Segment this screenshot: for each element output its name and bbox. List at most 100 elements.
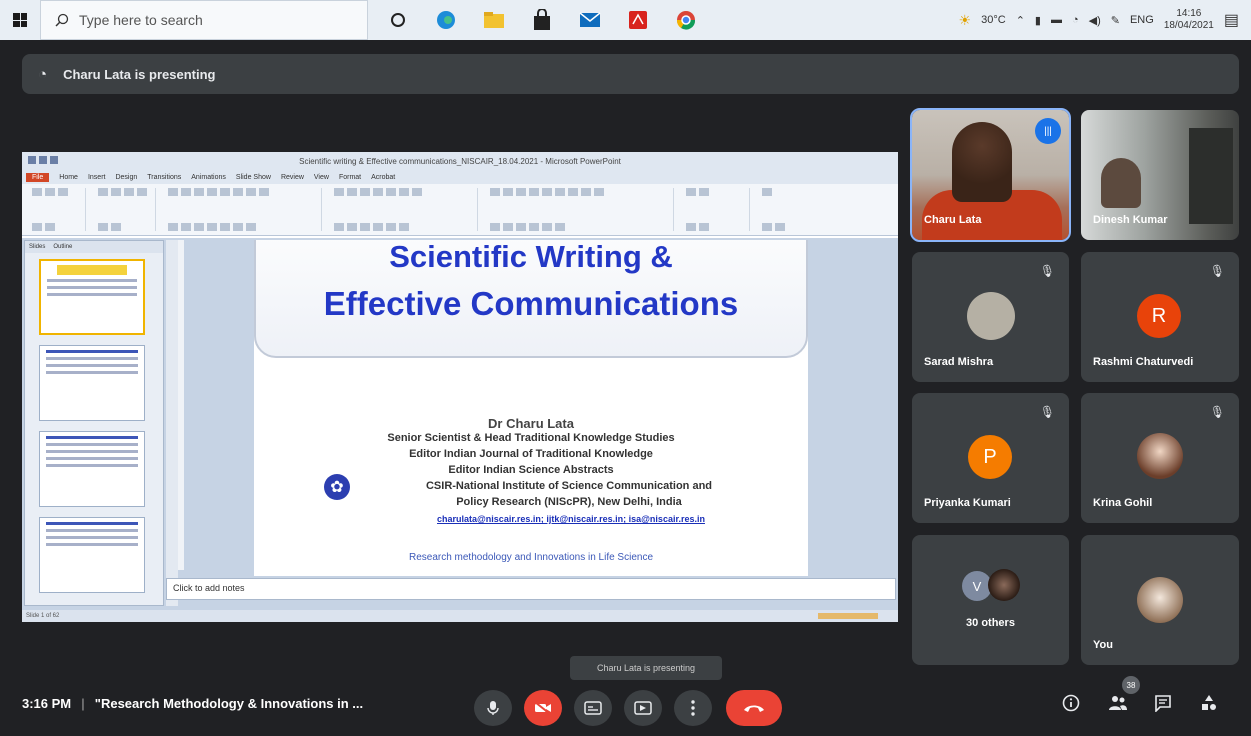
ppt-tab[interactable]: Transitions	[147, 174, 181, 181]
system-clock[interactable]: 14:16 18/04/2021	[1164, 8, 1214, 32]
slide-title-line2: Effective Communications	[323, 285, 739, 322]
slide-thumbnail[interactable]	[39, 431, 145, 507]
ppt-status-bar: Slide 1 of 62	[22, 610, 898, 622]
edge-browser-icon[interactable]	[422, 0, 470, 40]
ppt-ribbon	[22, 184, 898, 236]
separator: |	[81, 696, 85, 711]
acrobat-icon[interactable]	[614, 0, 662, 40]
participant-count-badge: 38	[1122, 676, 1140, 694]
weather-temp[interactable]: 30°C	[981, 14, 1006, 26]
thumbnails-scrollbar[interactable]	[166, 240, 178, 606]
speaker-notes-field[interactable]: Click to add notes	[166, 578, 896, 600]
participant-tile[interactable]: ||| Charu Lata	[910, 108, 1071, 242]
mic-off-icon: 🎙︎	[1039, 405, 1055, 419]
ribbon-group-acrobat[interactable]	[756, 188, 826, 231]
slide-canvas[interactable]: Scientific Writing & Effective Communica…	[254, 240, 808, 576]
slide-title-line1: Scientific Writing &	[389, 240, 673, 274]
mic-toggle-button[interactable]	[474, 690, 512, 726]
meeting-info-icon[interactable]	[1062, 694, 1080, 717]
hang-up-icon	[744, 705, 764, 712]
meeting-details: 3:16 PM | "Research Methodology & Innova…	[22, 696, 363, 711]
meet-bottom-bar: 3:16 PM | "Research Methodology & Innova…	[0, 676, 1251, 736]
leave-call-button[interactable]	[726, 690, 782, 726]
clock-time: 14:16	[1176, 8, 1202, 19]
ppt-tab[interactable]: Format	[339, 174, 361, 181]
avatar	[1137, 433, 1183, 479]
slide-thumbnail[interactable]	[39, 345, 145, 421]
ppt-tab[interactable]: Design	[115, 174, 137, 181]
windows-start-button[interactable]	[0, 0, 40, 40]
chevron-up-icon[interactable]: ⌃	[1016, 14, 1025, 27]
participant-name: Krina Gohil	[1093, 497, 1153, 509]
ppt-file-tab[interactable]: File	[26, 172, 50, 182]
participant-tile[interactable]: 🎙︎ R Rashmi Chaturvedi	[1081, 252, 1239, 382]
speaking-indicator-icon: |||	[1035, 118, 1061, 144]
slide-institute: CSIR-National Institute of Science Commu…	[425, 480, 713, 492]
ribbon-group-paragraph[interactable]	[328, 188, 478, 231]
captions-button[interactable]	[574, 690, 612, 726]
language-indicator[interactable]: ENG	[1130, 14, 1154, 26]
taskbar-search-box[interactable]: Type here to search	[40, 0, 368, 40]
captions-icon	[584, 701, 602, 715]
mail-icon[interactable]	[566, 0, 614, 40]
chat-icon[interactable]	[1154, 694, 1172, 717]
ppt-tab[interactable]: View	[314, 174, 329, 181]
participant-tile[interactable]: 🎙︎ Krina Gohil	[1081, 393, 1239, 523]
quick-access-toolbar[interactable]	[28, 156, 58, 164]
slide-thumbnail[interactable]	[39, 259, 145, 335]
camera-toggle-button[interactable]	[524, 690, 562, 726]
thumbs-tab-slides[interactable]: Slides	[29, 244, 45, 250]
slide-thumbnail[interactable]	[39, 517, 145, 593]
clock-date: 18/04/2021	[1163, 20, 1214, 31]
usb-icon[interactable]: ▮	[1035, 14, 1041, 27]
thumbs-tab-outline[interactable]: Outline	[53, 244, 72, 250]
ppt-tab[interactable]: Home	[59, 174, 78, 181]
chrome-icon[interactable]	[662, 0, 710, 40]
ppt-tab[interactable]: Review	[281, 174, 304, 181]
search-icon	[55, 13, 69, 27]
meeting-title[interactable]: "Research Methodology & Innovations in .…	[95, 696, 363, 711]
notification-icon[interactable]: ▤	[1224, 10, 1239, 30]
participant-video	[1101, 158, 1141, 208]
ribbon-group-clipboard[interactable]	[26, 188, 86, 231]
battery-icon[interactable]: ▬	[1051, 14, 1062, 26]
participant-tile[interactable]: V 30 others	[912, 535, 1069, 665]
ppt-tab[interactable]: Insert	[88, 174, 106, 181]
volume-icon[interactable]: ◀)	[1089, 14, 1101, 27]
store-icon[interactable]	[518, 0, 566, 40]
ppt-workspace: Slides Outline Scientific Writing & Effe…	[22, 238, 898, 610]
participant-tile[interactable]: 🎙︎ P Priyanka Kumari	[912, 393, 1069, 523]
others-count-label: 30 others	[966, 617, 1015, 629]
present-screen-icon: ◔	[38, 65, 48, 83]
zoom-slider[interactable]	[818, 613, 878, 619]
ppt-tab[interactable]: Slide Show	[236, 174, 271, 181]
more-options-button[interactable]	[674, 690, 712, 726]
ribbon-group-drawing[interactable]	[484, 188, 674, 231]
participant-video	[1189, 128, 1233, 224]
ribbon-group-font[interactable]	[162, 188, 322, 231]
presenting-banner-text: Charu Lata is presenting	[63, 66, 216, 82]
present-now-button[interactable]	[624, 690, 662, 726]
ribbon-group-slides[interactable]	[92, 188, 156, 231]
participant-tile[interactable]: Dinesh Kumar	[1081, 110, 1239, 240]
slide-author-role: Senior Scientist & Head Traditional Know…	[387, 432, 675, 444]
ribbon-group-editing[interactable]	[680, 188, 750, 231]
ppt-title-bar: Scientific writing & Effective communica…	[22, 152, 898, 170]
weather-icon[interactable]: ☀	[959, 12, 972, 29]
network-icon[interactable]: ◔	[1072, 14, 1079, 26]
pen-icon[interactable]: ✎	[1111, 14, 1120, 27]
activities-icon[interactable]	[1200, 694, 1218, 717]
participant-name: Rashmi Chaturvedi	[1093, 356, 1194, 368]
ppt-tab[interactable]: Animations	[191, 174, 226, 181]
avatar: P	[968, 435, 1012, 479]
ppt-window-title: Scientific writing & Effective communica…	[299, 156, 621, 166]
people-icon[interactable]	[1108, 694, 1128, 717]
ppt-tab[interactable]: Acrobat	[371, 174, 395, 181]
file-explorer-icon[interactable]	[470, 0, 518, 40]
avatar	[1137, 577, 1183, 623]
self-tile[interactable]: You	[1081, 535, 1239, 665]
slide-footer: Research methodology and Innovations in …	[408, 552, 654, 563]
cortana-icon[interactable]	[374, 0, 422, 40]
participant-tile[interactable]: 🎙︎ Sarad Mishra	[912, 252, 1069, 382]
slide-author-role: Editor Indian Journal of Traditional Kno…	[409, 448, 653, 460]
